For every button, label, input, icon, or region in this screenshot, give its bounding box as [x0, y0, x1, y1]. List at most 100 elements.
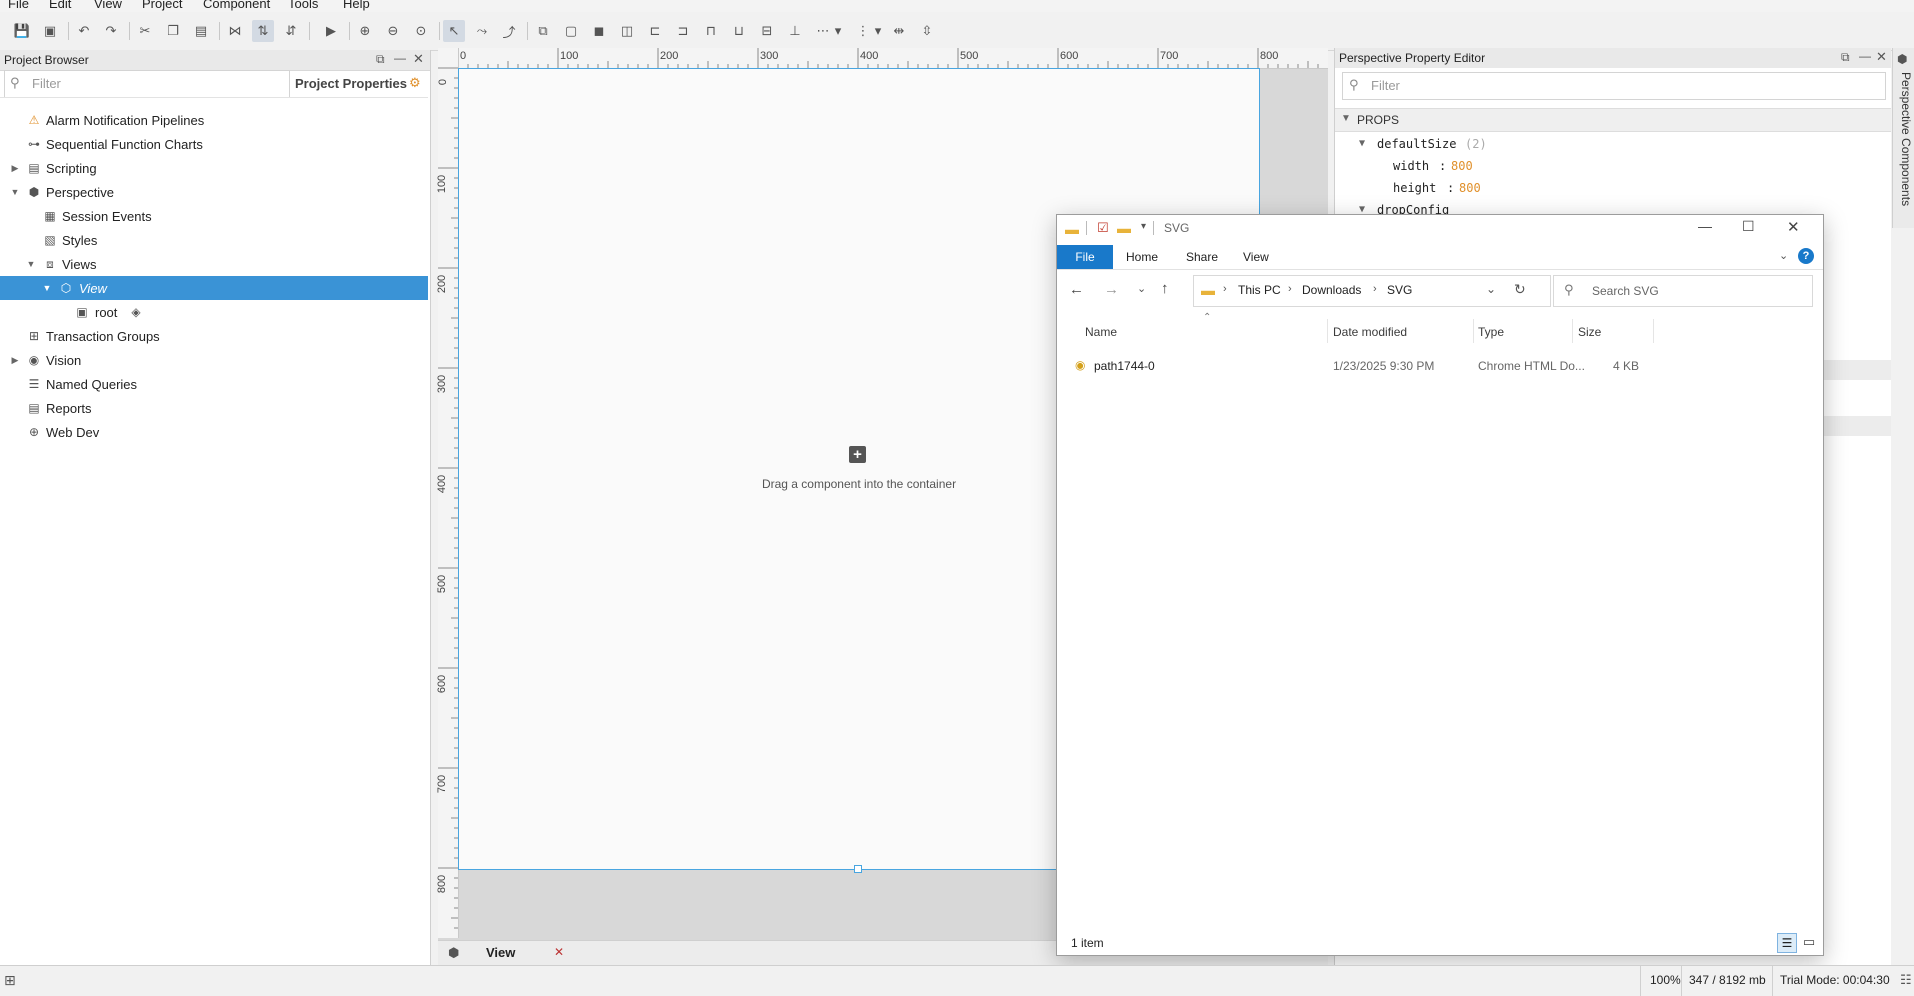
menu-view[interactable]: View: [94, 0, 122, 11]
project-properties-button[interactable]: Project Properties ⚙: [292, 70, 426, 96]
minimize-panel-icon[interactable]: —: [394, 51, 406, 65]
menu-help[interactable]: Help: [343, 0, 370, 11]
zoom-in-icon[interactable]: ⊕: [354, 20, 376, 42]
distribute-v-icon[interactable]: ⋮: [852, 20, 874, 42]
new-folder-icon[interactable]: ▬: [1117, 220, 1131, 236]
perspective-components-tab[interactable]: ⬢ Perspective Components: [1892, 48, 1914, 228]
save-icon[interactable]: 💾: [11, 20, 33, 42]
tree-item-perspective[interactable]: ▼ ⬢ Perspective: [0, 180, 428, 204]
back-icon[interactable]: ◫: [616, 20, 638, 42]
breadcrumb-downloads[interactable]: Downloads: [1302, 283, 1361, 297]
chevron-down-icon[interactable]: ▼: [10, 187, 20, 197]
chevron-down-icon[interactable]: ▾: [832, 20, 844, 42]
play-icon[interactable]: ▶: [320, 20, 342, 42]
console-icon[interactable]: ☷: [1900, 972, 1912, 988]
tab-view[interactable]: View ✕: [474, 941, 570, 967]
ribbon-expand-icon[interactable]: ⌄: [1779, 249, 1788, 262]
minimize-panel-icon[interactable]: —: [1859, 49, 1871, 63]
tree-item-view[interactable]: ▼ ⬡ View: [0, 276, 428, 300]
paste-icon[interactable]: ▤: [190, 20, 212, 42]
minimize-icon[interactable]: —: [1698, 218, 1712, 234]
tree-item-transaction-groups[interactable]: ⊞ Transaction Groups: [0, 324, 428, 348]
copy-icon[interactable]: ❐: [162, 20, 184, 42]
layout-mode-icon[interactable]: ⇅: [252, 20, 274, 42]
file-row[interactable]: ◉ path1744-0 1/23/2025 9:30 PM Chrome HT…: [1067, 355, 1667, 377]
ungroup-icon[interactable]: ▢: [560, 20, 582, 42]
cut-icon[interactable]: ✂: [134, 20, 156, 42]
prop-value[interactable]: 800: [1459, 181, 1481, 195]
quick-access-dropdown-icon[interactable]: ▾: [1141, 221, 1146, 232]
chevron-down-icon[interactable]: ▼: [42, 283, 52, 293]
column-header-type[interactable]: Type: [1478, 325, 1504, 339]
chevron-down-icon[interactable]: ▾: [872, 20, 884, 42]
float-panel-icon[interactable]: ⧉: [1841, 50, 1850, 65]
menu-tools[interactable]: Tools: [288, 0, 318, 11]
menu-component[interactable]: Component: [203, 0, 270, 11]
ribbon-tab-file[interactable]: File: [1057, 245, 1113, 269]
prop-default-size[interactable]: ▼ defaultSize (2): [1335, 136, 1891, 156]
redo-icon[interactable]: ↷: [100, 20, 122, 42]
recent-locations-icon[interactable]: ⌄: [1137, 282, 1146, 295]
align-middle-icon[interactable]: ⊥: [784, 20, 806, 42]
deep-select-icon[interactable]: ⇵: [280, 20, 302, 42]
tree-item-reports[interactable]: ▤ Reports: [0, 396, 428, 420]
close-tab-icon[interactable]: ✕: [554, 945, 564, 959]
prop-width[interactable]: width : 800: [1335, 158, 1891, 178]
chevron-right-icon[interactable]: ▶: [10, 355, 20, 365]
chevron-down-icon[interactable]: ▼: [26, 259, 36, 269]
up-arrow-icon[interactable]: ↑: [1161, 280, 1169, 297]
back-arrow-icon[interactable]: ←: [1069, 281, 1084, 298]
refresh-icon[interactable]: ↻: [1514, 281, 1526, 298]
forward-arrow-icon[interactable]: →: [1104, 281, 1119, 298]
prop-height[interactable]: height : 800: [1335, 180, 1891, 200]
column-header-size[interactable]: Size: [1578, 325, 1601, 339]
same-width-icon[interactable]: ⇹: [888, 20, 910, 42]
tree-item-scripting[interactable]: ▶ ▤ Scripting: [0, 156, 428, 180]
menu-edit[interactable]: Edit: [49, 0, 71, 11]
float-panel-icon[interactable]: ⧉: [376, 52, 385, 67]
ribbon-tab-home[interactable]: Home: [1126, 250, 1158, 264]
breadcrumb-this-pc[interactable]: This PC: [1238, 283, 1281, 297]
tree-item-root[interactable]: ▣ root ◈: [0, 300, 428, 324]
menu-file[interactable]: File: [8, 0, 29, 11]
bind-icon[interactable]: ⤴: [498, 20, 520, 42]
close-panel-icon[interactable]: ✕: [1876, 49, 1887, 65]
resize-handle[interactable]: [854, 865, 862, 873]
prop-value[interactable]: 800: [1451, 159, 1473, 173]
address-dropdown-icon[interactable]: ⌄: [1486, 282, 1496, 296]
tree-item-vision[interactable]: ▶ ◉ Vision: [0, 348, 428, 372]
property-filter-input[interactable]: ⚲ Filter: [1342, 72, 1886, 100]
menu-project[interactable]: Project: [142, 0, 182, 11]
undo-icon[interactable]: ↶: [73, 20, 95, 42]
properties-quick-icon[interactable]: ☑: [1097, 220, 1109, 236]
align-right-icon[interactable]: ⊐: [672, 20, 694, 42]
front-icon[interactable]: ◼: [588, 20, 610, 42]
breadcrumb-svg[interactable]: SVG: [1387, 283, 1412, 297]
close-panel-icon[interactable]: ✕: [413, 51, 424, 67]
align-bottom-icon[interactable]: ⊔: [728, 20, 750, 42]
details-view-icon[interactable]: ☰: [1777, 933, 1797, 953]
align-center-icon[interactable]: ⊟: [756, 20, 778, 42]
filter-input[interactable]: ⚲ Filter: [4, 70, 290, 98]
tree-item-web-dev[interactable]: ⊕ Web Dev: [0, 420, 428, 444]
save-all-icon[interactable]: ▣: [39, 20, 61, 42]
help-icon[interactable]: ?: [1798, 248, 1814, 264]
maximize-icon[interactable]: ☐: [1742, 218, 1755, 235]
pointer-icon[interactable]: ↖: [443, 20, 465, 42]
tree-item-named-queries[interactable]: ☰ Named Queries: [0, 372, 428, 396]
zoom-fit-icon[interactable]: ⊙: [410, 20, 432, 42]
ribbon-tab-view[interactable]: View: [1243, 250, 1269, 264]
grid-icon[interactable]: ⊞: [4, 972, 16, 989]
tree-item-styles[interactable]: ▧ Styles: [0, 228, 428, 252]
tree-item-session-events[interactable]: ▦ Session Events: [0, 204, 428, 228]
group-icon[interactable]: ⧉: [532, 20, 554, 42]
align-top-icon[interactable]: ⊓: [700, 20, 722, 42]
column-header-name[interactable]: Name: [1085, 325, 1117, 339]
ribbon-tab-share[interactable]: Share: [1186, 250, 1218, 264]
column-header-date[interactable]: Date modified: [1333, 325, 1407, 339]
tree-item-views[interactable]: ▼ ⧈ Views: [0, 252, 428, 276]
align-left-icon[interactable]: ⊏: [644, 20, 666, 42]
snap-icon[interactable]: ⋈: [224, 20, 246, 42]
distribute-h-icon[interactable]: ⋯: [812, 20, 834, 42]
address-bar[interactable]: ▬ › This PC › Downloads › SVG ⌄ ↻: [1193, 275, 1551, 307]
